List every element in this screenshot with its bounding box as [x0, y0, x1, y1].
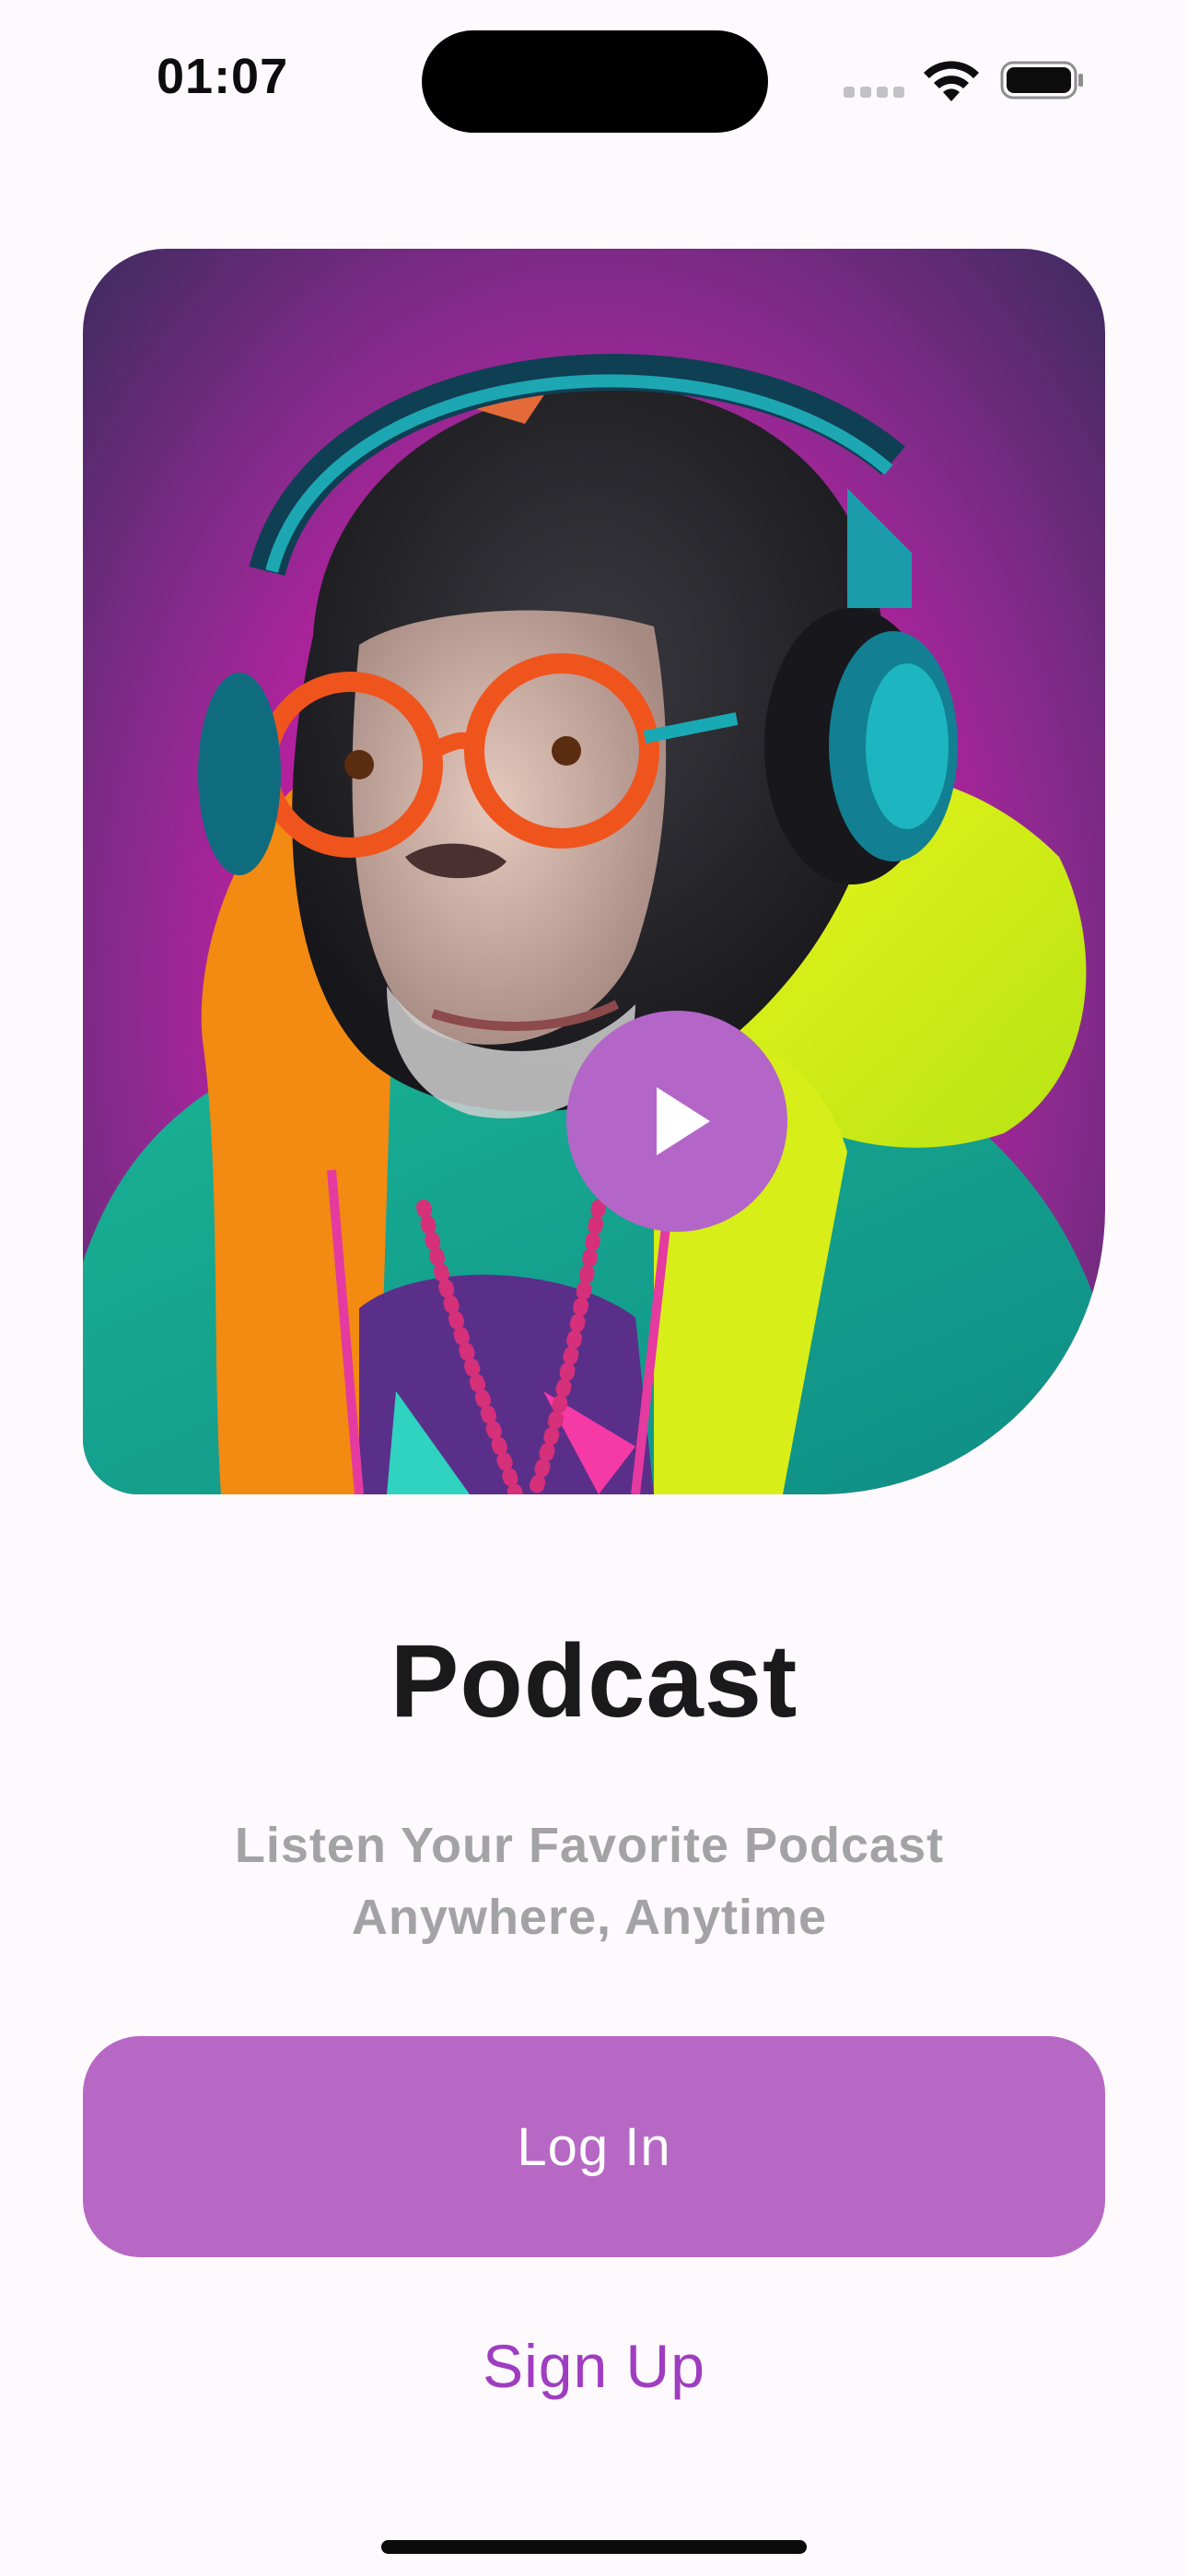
- play-button[interactable]: [566, 1011, 787, 1232]
- dynamic-island: [422, 30, 768, 133]
- podcast-cover-image: [83, 249, 1105, 1494]
- tagline-text: Listen Your Favorite Podcast Anywhere, A…: [234, 1818, 945, 1945]
- status-time: 01:07: [157, 49, 289, 104]
- play-icon: [657, 1087, 710, 1155]
- status-bar: 01:07: [0, 0, 1188, 157]
- tagline: Listen Your Favorite Podcast Anywhere, A…: [175, 1809, 1004, 1953]
- app-title: Podcast: [390, 1623, 798, 1739]
- wifi-icon: [924, 61, 979, 101]
- login-button-label: Log In: [517, 2116, 671, 2177]
- signup-link[interactable]: Sign Up: [0, 2331, 1188, 2401]
- battery-icon: [1000, 61, 1083, 100]
- home-indicator[interactable]: [381, 2540, 807, 2554]
- signal-bars-icon: [844, 87, 904, 98]
- login-button[interactable]: Log In: [83, 2036, 1105, 2257]
- gorilla-headphones-illustration: [83, 354, 1105, 1494]
